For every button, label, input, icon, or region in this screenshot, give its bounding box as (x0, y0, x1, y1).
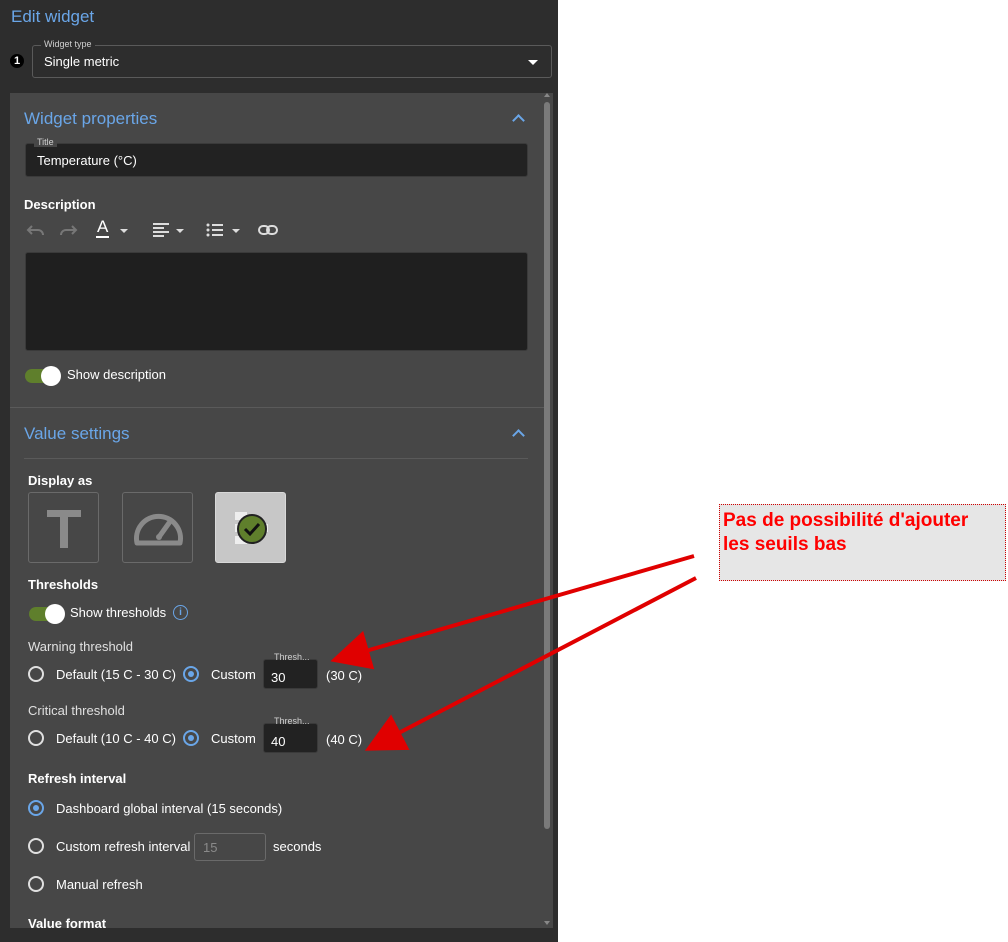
annotation-arrows (330, 554, 697, 751)
